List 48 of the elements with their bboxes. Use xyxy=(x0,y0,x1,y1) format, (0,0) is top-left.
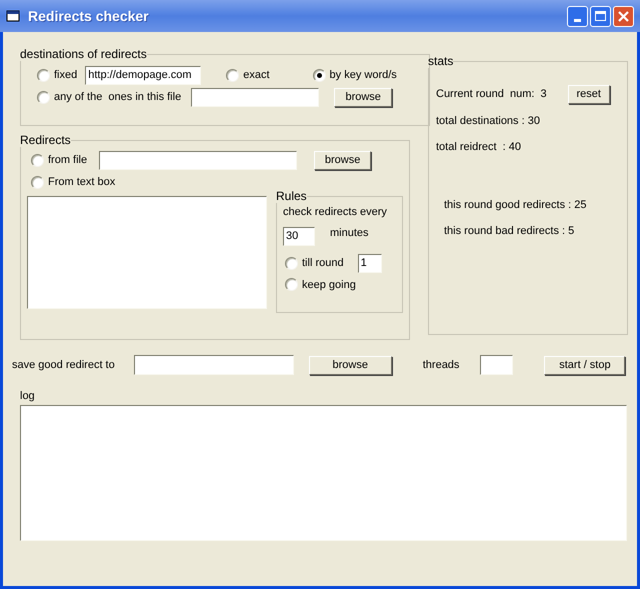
stat-text: this round good redirects : 25 xyxy=(444,198,588,213)
stat-text: Current round num: 3 xyxy=(436,87,547,102)
log-label: log xyxy=(20,389,36,403)
input-field[interactable] xyxy=(99,150,298,170)
radio-label: keep going xyxy=(302,278,356,292)
radio-button[interactable] xyxy=(226,68,240,82)
radio-button[interactable] xyxy=(312,68,326,82)
push-button[interactable]: browse xyxy=(334,88,392,106)
push-button[interactable]: browse xyxy=(308,356,392,374)
radio-button[interactable] xyxy=(285,256,298,270)
group-title: Redirects xyxy=(20,133,71,147)
stat-text: this round bad redirects : 5 xyxy=(444,224,576,238)
input-field[interactable]: 30 xyxy=(283,226,315,246)
input-field[interactable] xyxy=(480,355,514,375)
radio-button[interactable] xyxy=(37,68,50,82)
stat-text: total reidrect : 40 xyxy=(436,140,522,154)
radio-label: From text box xyxy=(48,174,116,190)
save-label: save good redirect to xyxy=(12,358,115,373)
radio-label: till round xyxy=(302,256,344,271)
radio-button[interactable] xyxy=(31,176,44,188)
radio-button[interactable] xyxy=(31,154,44,166)
threads-label: threads xyxy=(422,358,460,373)
group-title: Rules xyxy=(276,189,307,203)
radio-button[interactable] xyxy=(285,278,298,292)
rule-text: check redirects every xyxy=(282,205,388,220)
input-field[interactable] xyxy=(191,88,320,106)
input-field[interactable] xyxy=(134,355,294,375)
input-field[interactable]: 1 xyxy=(358,254,382,272)
minimize-button[interactable] xyxy=(567,6,588,26)
group-title: destinations of redirects xyxy=(20,47,147,61)
radio-label: exact xyxy=(243,68,270,83)
close-icon xyxy=(618,10,629,22)
unit-label: minutes xyxy=(330,226,369,241)
input-field[interactable]: http://demopage.com xyxy=(85,66,202,84)
window-icon xyxy=(6,10,20,22)
push-button[interactable]: reset xyxy=(568,85,610,104)
radio-label: by key word/s xyxy=(330,68,397,83)
maximize-button[interactable] xyxy=(590,6,611,26)
radio-label: any of the ones in this file xyxy=(54,90,182,105)
stat-text: total destinations : 30 xyxy=(436,114,541,129)
push-button[interactable]: start / stop xyxy=(544,356,626,374)
window-title: Redirects checker xyxy=(28,6,149,26)
radio-label: fixed xyxy=(54,68,78,83)
group-title: stats xyxy=(428,54,454,68)
push-button[interactable]: browse xyxy=(314,150,372,170)
radio-button[interactable] xyxy=(37,90,50,104)
radio-label: from file xyxy=(48,152,88,168)
close-button[interactable] xyxy=(613,6,634,26)
